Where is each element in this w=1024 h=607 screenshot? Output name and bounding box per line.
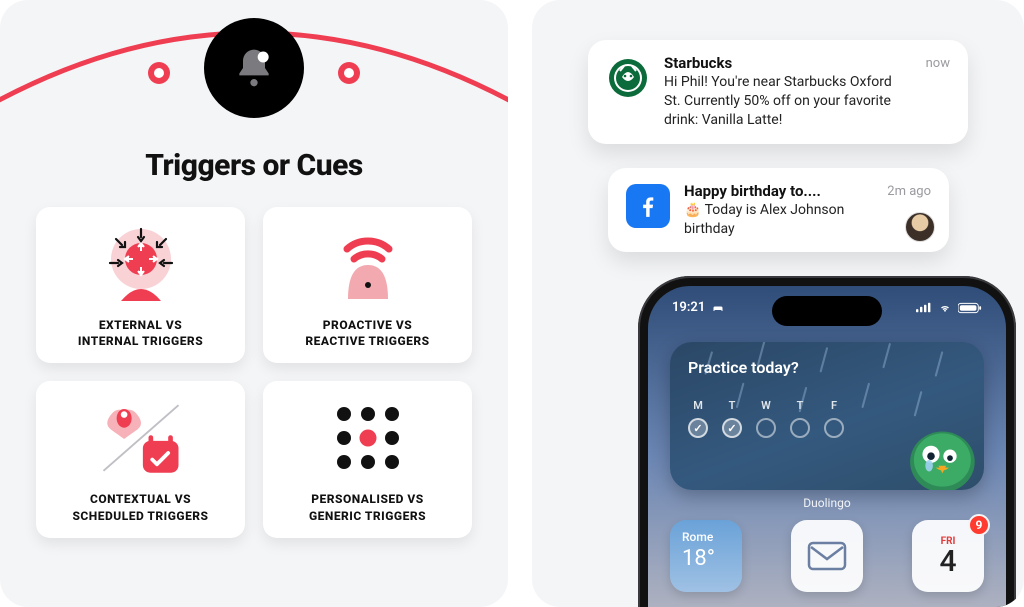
proactive-reactive-icon [323, 223, 413, 305]
contextual-scheduled-icon [96, 397, 186, 479]
bed-icon [711, 302, 725, 314]
notification-message: Hi Phil! You're near Starbucks Oxford St… [664, 73, 912, 130]
notification-time: 2m ago [887, 184, 931, 199]
notification-message: 🎂 Today is Alex Johnson birthday [684, 201, 873, 239]
status-time: 19:21 [672, 300, 705, 315]
card-external-internal: EXTERNAL VS INTERNAL TRIGGERS [36, 207, 245, 363]
personalised-generic-icon [323, 397, 413, 479]
envelope-icon [807, 541, 847, 571]
starbucks-icon [606, 56, 650, 100]
mail-app-icon[interactable] [791, 520, 863, 592]
trigger-card-grid: EXTERNAL VS INTERNAL TRIGGERS PROACTIVE … [36, 207, 472, 538]
status-bar: 19:21 [648, 300, 1006, 315]
card-label: CONTEXTUAL VS SCHEDULED TRIGGERS [72, 491, 208, 523]
duolingo-widget[interactable]: Practice today? M T W T F [670, 342, 984, 490]
card-label: EXTERNAL VS INTERNAL TRIGGERS [78, 317, 203, 349]
examples-panel: Starbucks Hi Phil! You're near Starbucks… [532, 0, 1024, 607]
notification-starbucks[interactable]: Starbucks Hi Phil! You're near Starbucks… [588, 40, 968, 144]
weather-city: Rome [682, 530, 713, 544]
signal-icon [916, 302, 932, 313]
hero-arc [36, 0, 472, 130]
phone-mockup: 19:21 [588, 276, 1024, 596]
facebook-icon [626, 184, 670, 228]
wifi-icon [937, 302, 953, 314]
weather-app-widget[interactable]: Rome 18° [670, 520, 742, 592]
calendar-day: 4 [939, 547, 956, 577]
calendar-app-icon[interactable]: FRI 4 9 [912, 520, 984, 592]
contact-avatar [905, 212, 935, 242]
external-internal-icon [96, 223, 186, 305]
bell-badge [204, 18, 304, 118]
widget-app-label: Duolingo [648, 496, 1006, 510]
card-label: PERSONALISED VS GENERIC TRIGGERS [309, 491, 426, 523]
arc-node-right [336, 60, 362, 86]
notification-title: Happy birthday to.... [684, 182, 873, 200]
card-contextual-scheduled: CONTEXTUAL VS SCHEDULED TRIGGERS [36, 381, 245, 537]
notification-title: Starbucks [664, 54, 912, 72]
calendar-badge: 9 [968, 514, 990, 536]
card-proactive-reactive: PROACTIVE VS REACTIVE TRIGGERS [263, 207, 472, 363]
battery-icon [958, 302, 982, 314]
duo-owl-icon [893, 403, 984, 490]
bell-icon [232, 46, 276, 90]
home-apps-row: Rome 18° FRI 4 9 [670, 520, 984, 592]
notification-facebook[interactable]: Happy birthday to.... 🎂 Today is Alex Jo… [608, 168, 949, 253]
arc-node-left [146, 60, 172, 86]
weather-temp: 18° [682, 546, 715, 571]
card-label: PROACTIVE VS REACTIVE TRIGGERS [305, 317, 429, 349]
notification-time: now [926, 56, 950, 71]
card-personalised-generic: PERSONALISED VS GENERIC TRIGGERS [263, 381, 472, 537]
triggers-panel: Triggers or Cues [0, 0, 508, 607]
